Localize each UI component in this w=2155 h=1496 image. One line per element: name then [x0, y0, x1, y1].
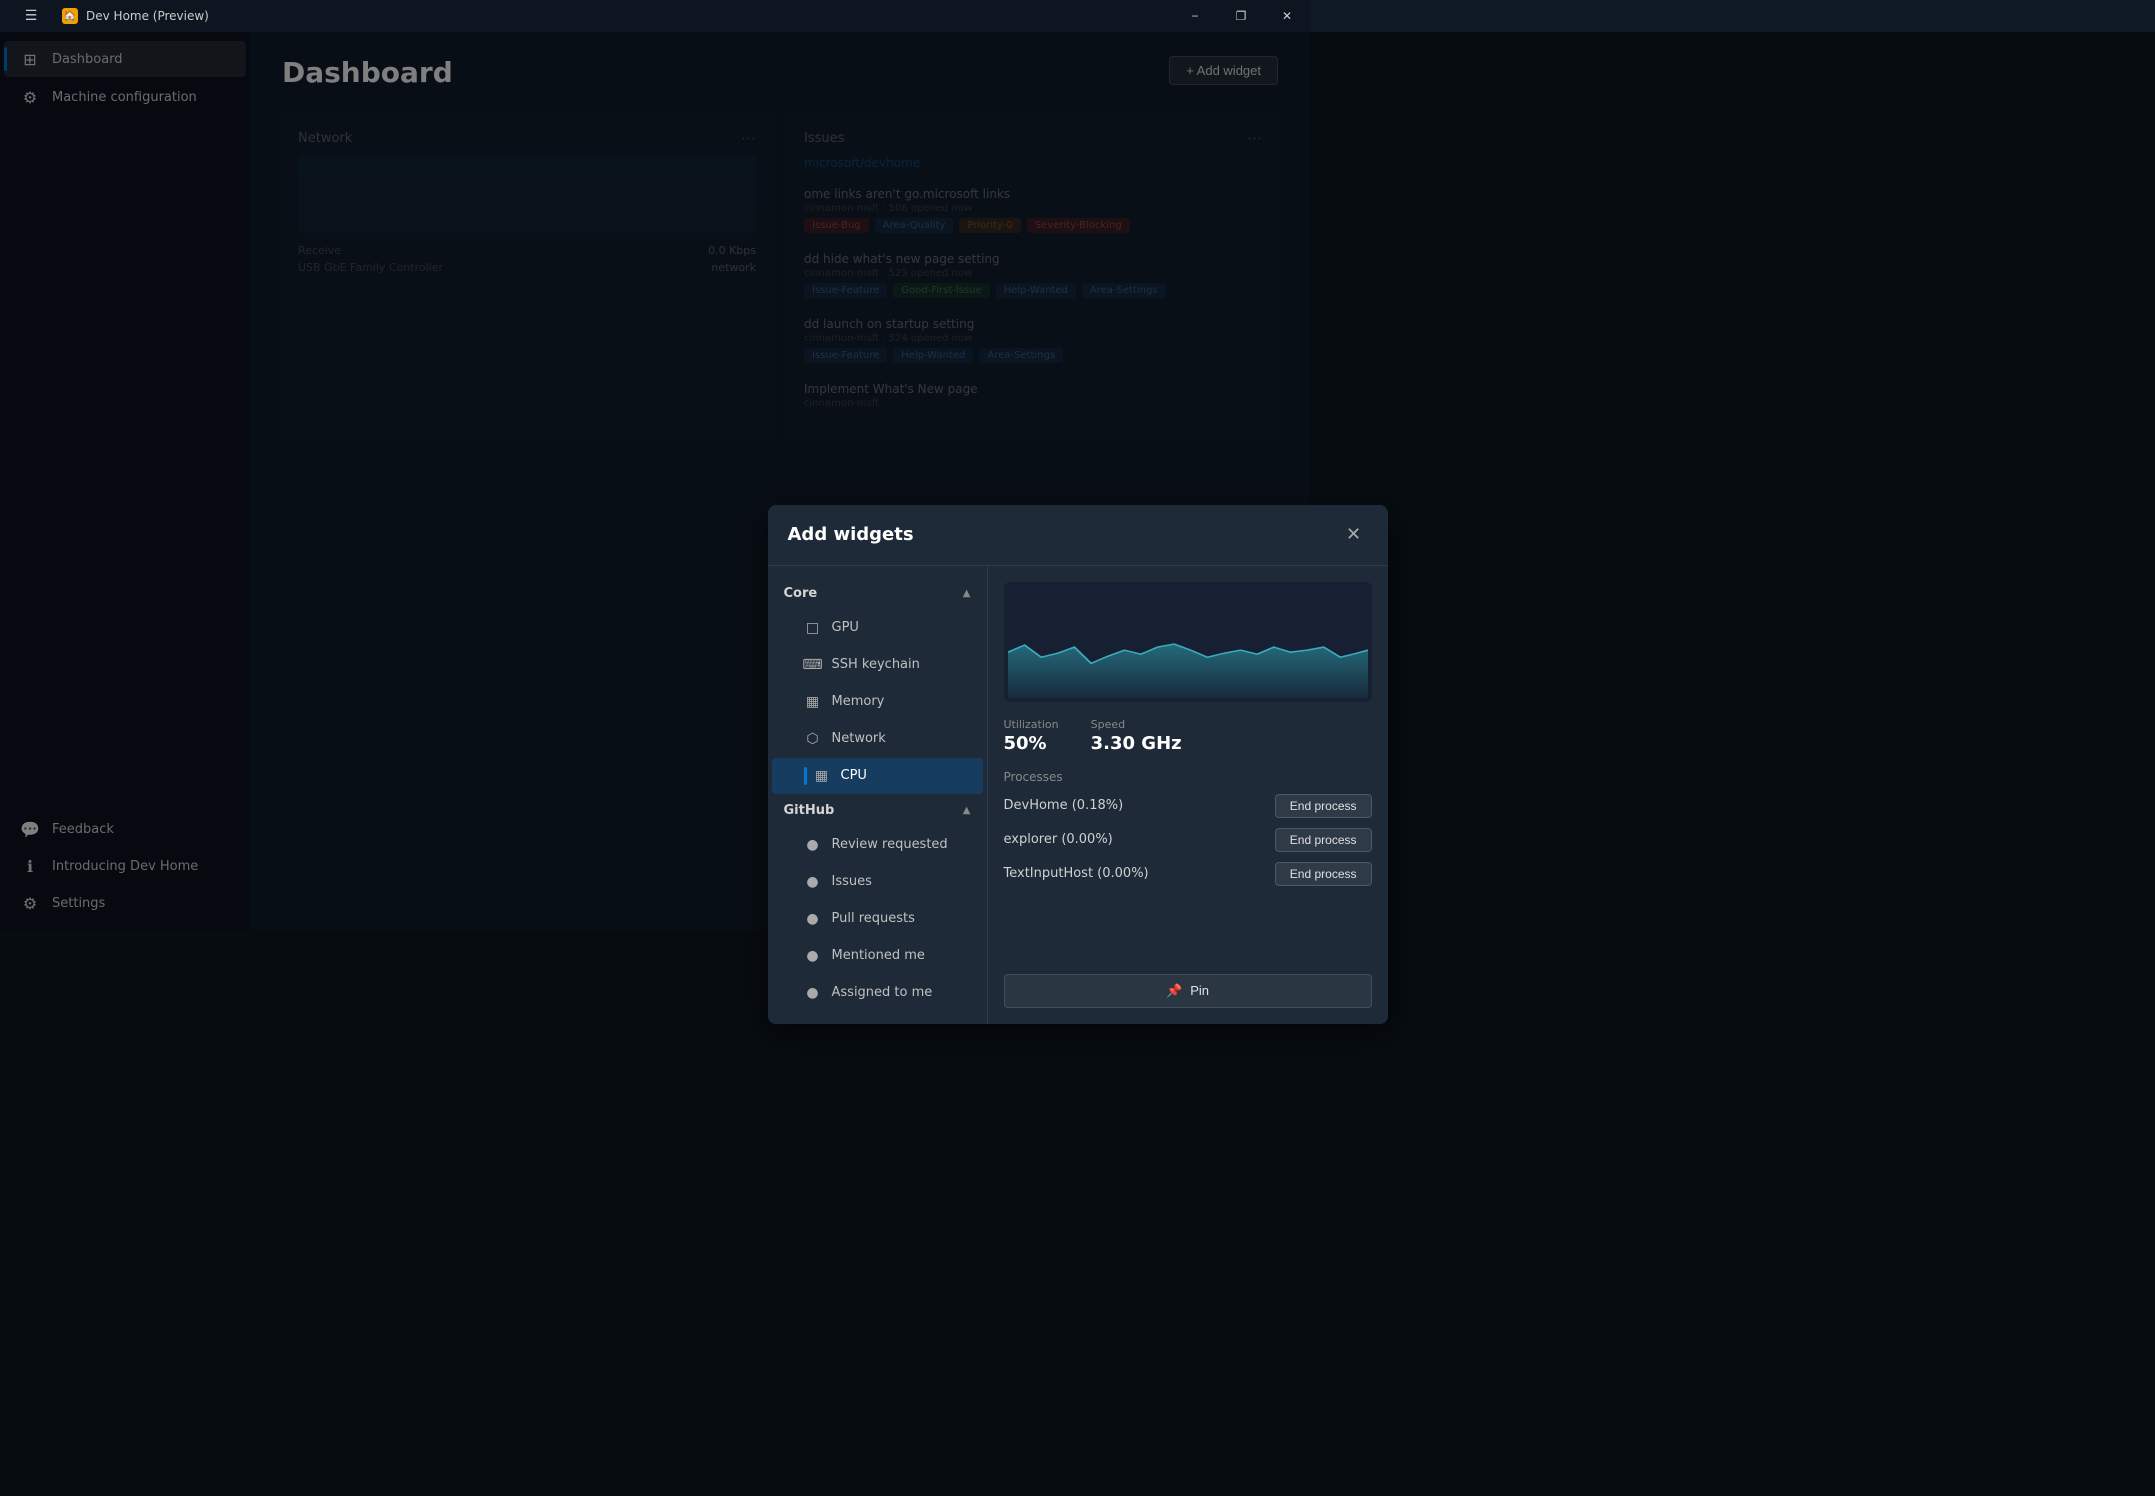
- utilization-value: 50%: [1004, 733, 1059, 754]
- titlebar: ☰ 🏠 Dev Home (Preview) − ❐ ✕: [0, 0, 1310, 32]
- github-section-header[interactable]: GitHub ▲: [768, 795, 987, 826]
- modal-body: Core ▲ □ GPU ⌨ SSH keychain ▦: [768, 566, 1311, 931]
- titlebar-left: ☰ 🏠 Dev Home (Preview): [8, 0, 209, 32]
- widget-item-ssh-keychain[interactable]: ⌨ SSH keychain: [772, 647, 983, 683]
- process-name-2: explorer (0.00%): [1004, 832, 1113, 847]
- pull-requests-icon: ●: [804, 910, 822, 928]
- minimize-button[interactable]: −: [1172, 0, 1218, 32]
- process-row-2: explorer (0.00%) End process: [1004, 828, 1311, 852]
- modal-overlay: Add widgets ✕ Core ▲ □ GPU: [250, 32, 1310, 930]
- speed-value: 3.30 GHz: [1091, 733, 1182, 754]
- issues-label: Issues: [832, 874, 872, 889]
- widget-item-pull-requests[interactable]: ● Pull requests: [772, 901, 983, 931]
- issues-icon: ●: [804, 873, 822, 891]
- ssh-keychain-label: SSH keychain: [832, 657, 920, 672]
- end-process-button-1[interactable]: End process: [1275, 794, 1310, 818]
- network-icon: ⬡: [804, 730, 822, 748]
- cpu-selected-indicator: [804, 767, 807, 785]
- utilization-label: Utilization: [1004, 718, 1059, 731]
- process-name-3: TextInputHost (0.00%): [1004, 866, 1149, 881]
- widget-item-gpu[interactable]: □ GPU: [772, 610, 983, 646]
- end-process-button-3[interactable]: End process: [1275, 862, 1310, 886]
- gpu-icon: □: [804, 619, 822, 637]
- memory-label: Memory: [832, 694, 885, 709]
- widget-list-panel: Core ▲ □ GPU ⌨ SSH keychain ▦: [768, 566, 988, 931]
- app-icon: 🏠: [62, 8, 78, 24]
- core-section-header[interactable]: Core ▲: [768, 578, 987, 609]
- widget-item-issues[interactable]: ● Issues: [772, 864, 983, 900]
- widget-detail-panel: Utilization 50% Speed 3.30 GHz Processes: [988, 566, 1311, 931]
- core-chevron-icon: ▲: [963, 588, 971, 599]
- window-title: Dev Home (Preview): [86, 9, 209, 23]
- cpu-chart: [1008, 586, 1311, 698]
- core-section-label: Core: [784, 586, 818, 601]
- memory-icon: ▦: [804, 693, 822, 711]
- ssh-keychain-icon: ⌨: [804, 656, 822, 674]
- widget-item-network[interactable]: ⬡ Network: [772, 721, 983, 757]
- main-content: Dashboard + Add widget Network ··· Recei…: [250, 32, 1310, 930]
- speed-stat: Speed 3.30 GHz: [1091, 718, 1182, 754]
- modal-header: Add widgets ✕: [768, 505, 1311, 566]
- add-widgets-modal: Add widgets ✕ Core ▲ □ GPU: [768, 505, 1311, 931]
- process-name-1: DevHome (0.18%): [1004, 798, 1124, 813]
- gpu-label: GPU: [832, 620, 859, 635]
- speed-label: Speed: [1091, 718, 1182, 731]
- network-label: Network: [832, 731, 886, 746]
- github-chevron-icon: ▲: [963, 805, 971, 816]
- cpu-icon: ▦: [813, 767, 831, 785]
- pull-requests-label: Pull requests: [832, 911, 915, 926]
- window-controls: − ❐ ✕: [1172, 0, 1310, 32]
- processes-label: Processes: [1004, 770, 1311, 784]
- cpu-stats-row: Utilization 50% Speed 3.30 GHz: [1004, 718, 1311, 754]
- review-requested-label: Review requested: [832, 837, 948, 852]
- widget-item-memory[interactable]: ▦ Memory: [772, 684, 983, 720]
- end-process-button-2[interactable]: End process: [1275, 828, 1310, 852]
- github-section-label: GitHub: [784, 803, 835, 818]
- close-button[interactable]: ✕: [1264, 0, 1310, 32]
- review-requested-icon: ●: [804, 836, 822, 854]
- process-row-3: TextInputHost (0.00%) End process: [1004, 862, 1311, 886]
- modal-title: Add widgets: [788, 524, 914, 545]
- hamburger-button[interactable]: ☰: [8, 0, 54, 32]
- widget-item-cpu[interactable]: ▦ CPU: [772, 758, 983, 794]
- process-row-1: DevHome (0.18%) End process: [1004, 794, 1311, 818]
- utilization-stat: Utilization 50%: [1004, 718, 1059, 754]
- cpu-label: CPU: [841, 768, 867, 783]
- widget-item-review-requested[interactable]: ● Review requested: [772, 827, 983, 863]
- app-body: ⊞ Dashboard ⚙ Machine configuration 💬 Fe…: [0, 32, 1310, 930]
- restore-button[interactable]: ❐: [1218, 0, 1264, 32]
- cpu-chart-container: [1004, 582, 1311, 702]
